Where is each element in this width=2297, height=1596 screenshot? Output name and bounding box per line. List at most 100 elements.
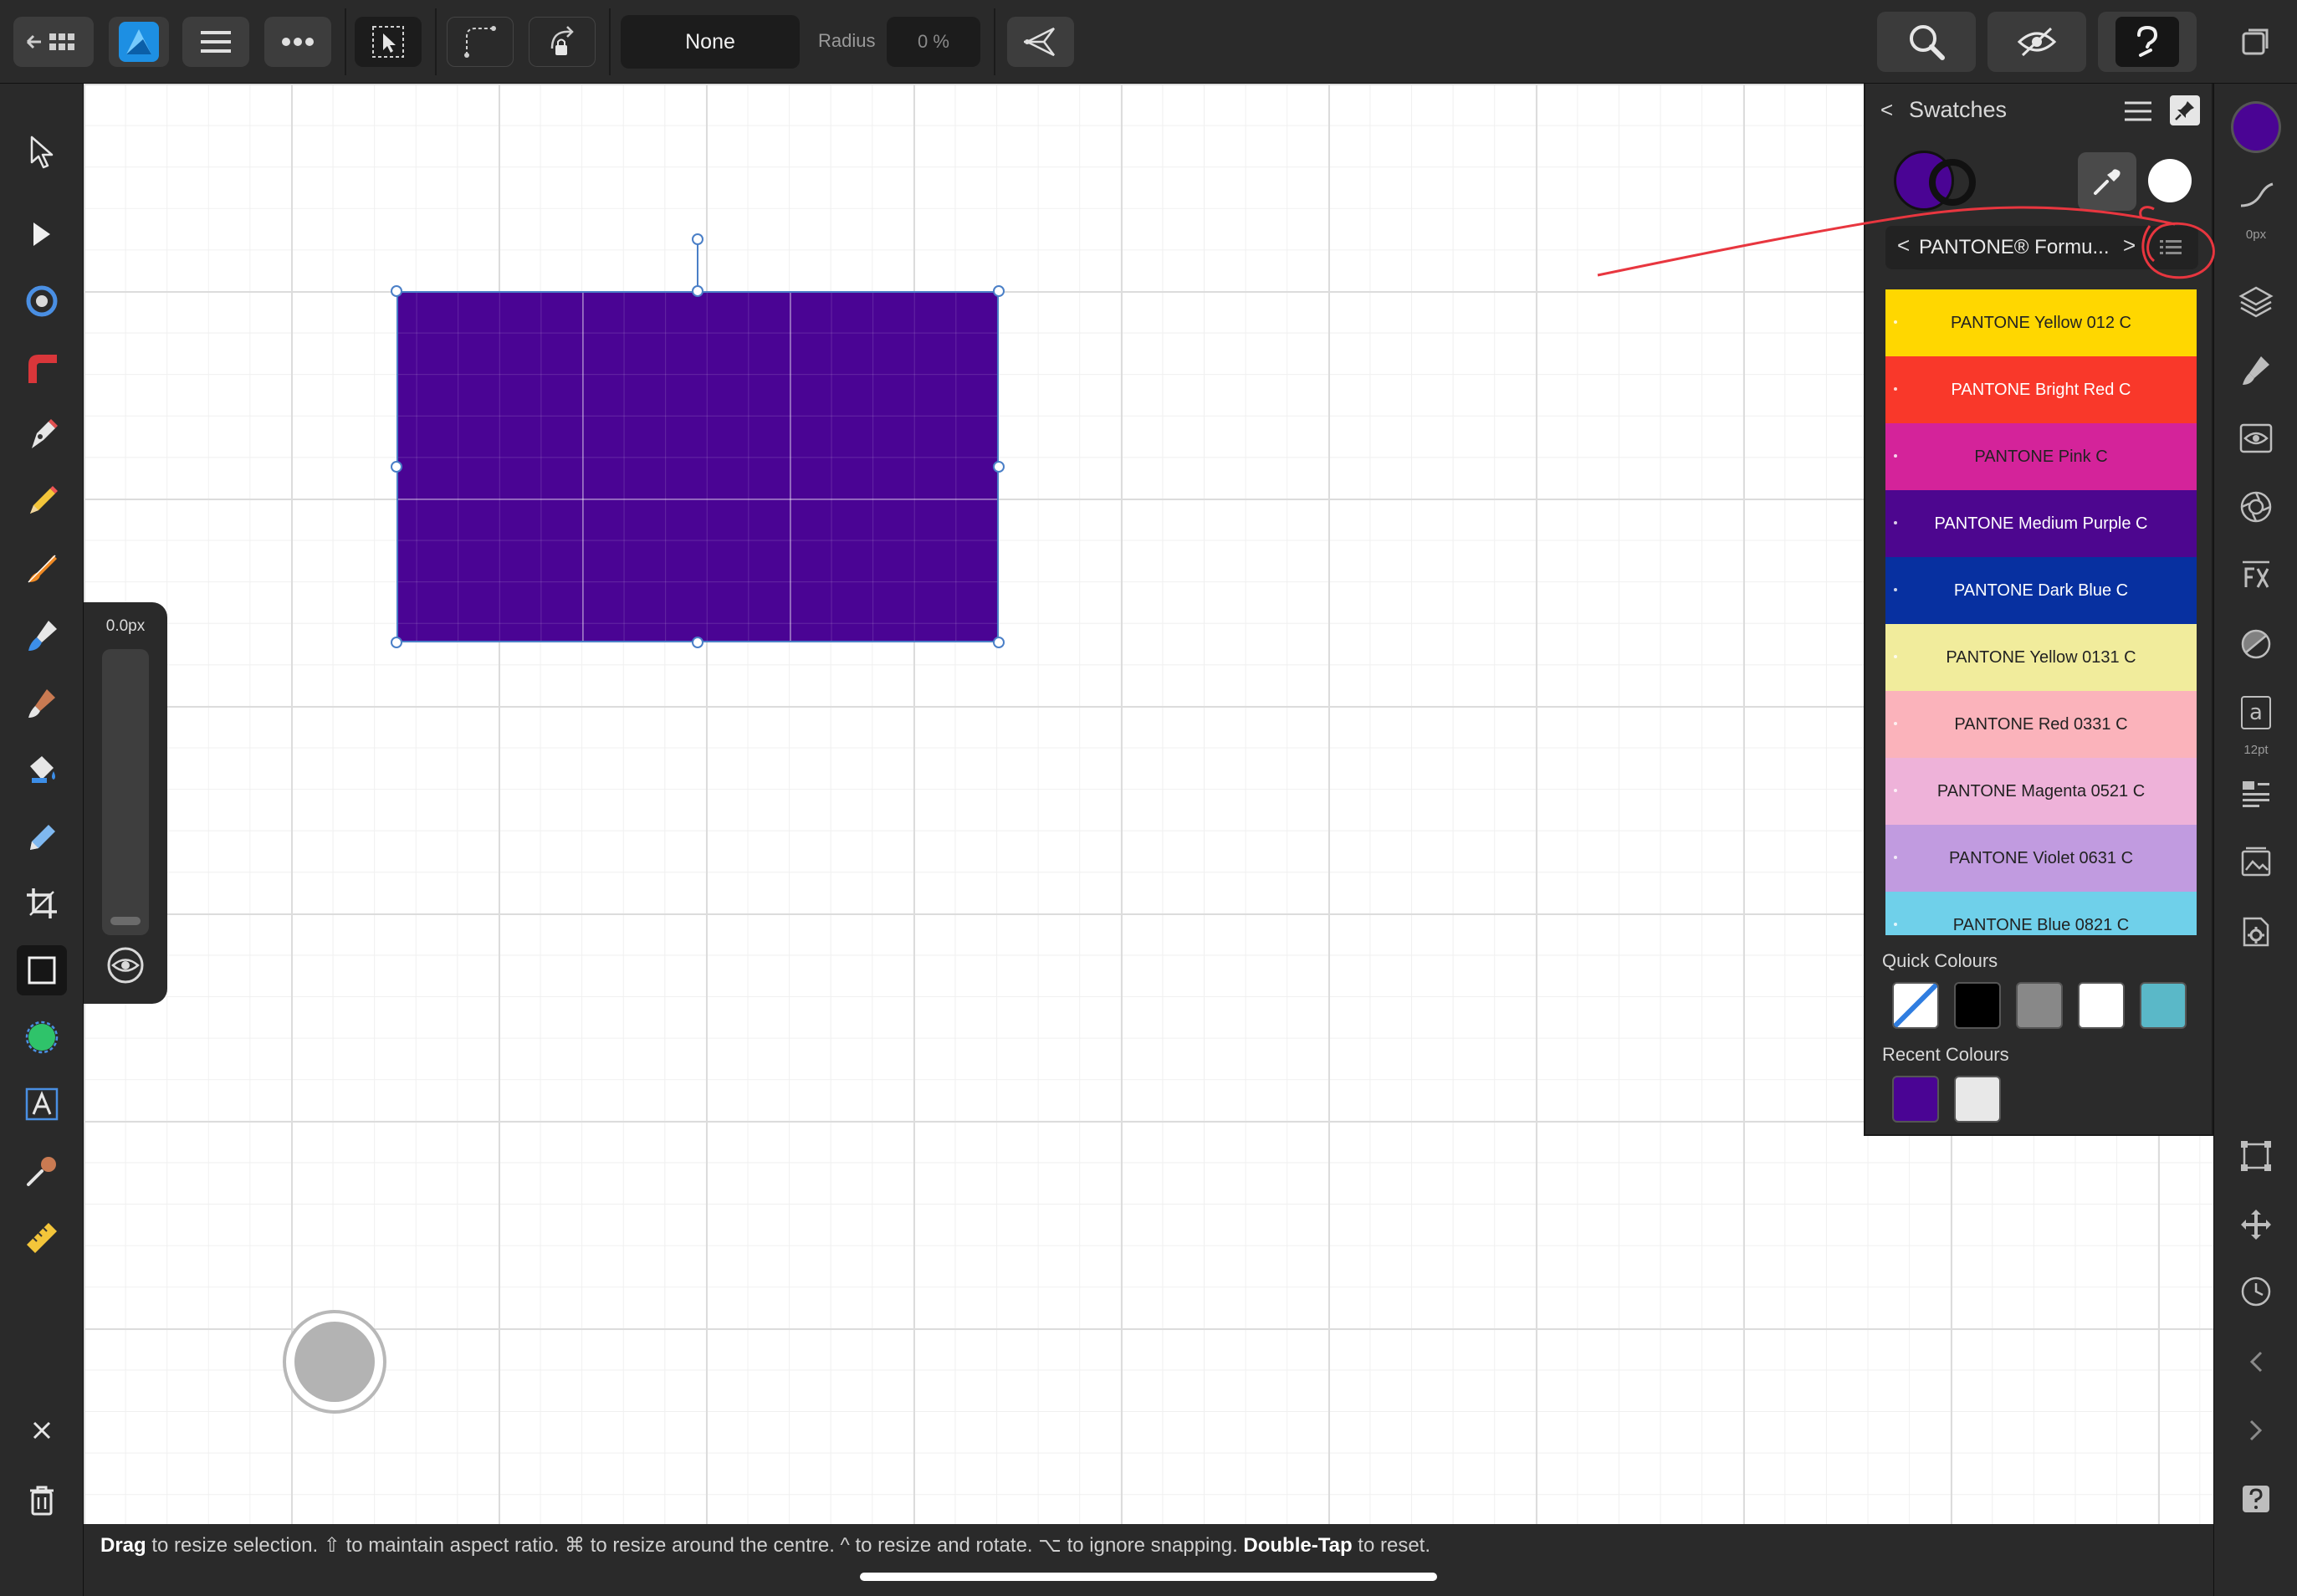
brushes-studio-button[interactable] <box>2231 345 2281 395</box>
point-transform-tool[interactable] <box>17 276 67 326</box>
palette-view-toggle[interactable] <box>2158 238 2183 262</box>
appearance-studio-button[interactable] <box>2231 413 2281 463</box>
rectangle-tool[interactable] <box>17 945 67 995</box>
persona-designer-button[interactable] <box>109 17 169 67</box>
move-studio-button[interactable] <box>2231 1200 2281 1250</box>
swatch-item[interactable]: PANTONE Bright Red C <box>1885 356 2197 423</box>
swatches-menu-button[interactable] <box>2123 99 2153 124</box>
layers-studio-button[interactable] <box>2231 276 2281 326</box>
radius-field[interactable]: 0 % <box>887 17 980 67</box>
colour-studio-button[interactable] <box>2231 101 2281 153</box>
palette-prev-button[interactable]: < <box>1897 233 1910 258</box>
more-button[interactable] <box>264 17 331 67</box>
swatch-item[interactable]: PANTONE Yellow 012 C <box>1885 289 2197 356</box>
command-controller-button[interactable] <box>283 1310 386 1414</box>
crop-tool[interactable] <box>17 878 67 928</box>
delete-button[interactable] <box>17 1476 67 1526</box>
transform-mode-button[interactable] <box>355 17 422 67</box>
resize-handle-top[interactable] <box>692 285 703 297</box>
pencil-tool[interactable] <box>17 477 67 527</box>
transparency-studio-button[interactable] <box>2231 619 2281 669</box>
resize-handle-bottom-right[interactable] <box>993 637 1005 648</box>
home-indicator[interactable] <box>860 1573 1437 1581</box>
undo-button[interactable] <box>2231 1337 2281 1387</box>
gallery-button[interactable] <box>13 17 94 67</box>
swatch-global-marker <box>1894 320 1897 324</box>
corner-tool-button[interactable] <box>447 17 514 67</box>
corner-type-selector[interactable]: None <box>621 15 800 69</box>
artistic-text-tool[interactable] <box>17 1079 67 1129</box>
measure-tool[interactable] <box>17 1213 67 1263</box>
stroke-width-slider-knob[interactable] <box>110 917 141 925</box>
move-tool[interactable] <box>17 127 67 177</box>
resize-handle-top-left[interactable] <box>391 285 402 297</box>
quick-colour-none[interactable] <box>1892 982 1939 1029</box>
trash-icon <box>30 1486 54 1516</box>
resize-handle-top-right[interactable] <box>993 285 1005 297</box>
text-icon: a <box>2241 696 2271 729</box>
transparency-tool[interactable] <box>17 811 67 862</box>
swatch-item[interactable]: PANTONE Violet 0631 C <box>1885 825 2197 892</box>
hide-ui-button[interactable] <box>1987 12 2086 72</box>
quick-colour-swatch[interactable] <box>2140 982 2187 1029</box>
effects-studio-button[interactable] <box>2231 550 2281 601</box>
corner-tool[interactable] <box>17 343 67 393</box>
resize-handle-right[interactable] <box>993 461 1005 473</box>
picked-colour-well[interactable] <box>2148 159 2192 202</box>
window-button[interactable] <box>2225 12 2285 72</box>
view-tool-button[interactable] <box>1877 12 1976 72</box>
rotation-handle[interactable] <box>692 233 703 245</box>
stock-studio-button[interactable] <box>2231 838 2281 888</box>
swatch-item[interactable]: PANTONE Pink C <box>1885 423 2197 490</box>
pressure-toggle[interactable] <box>105 945 146 985</box>
resize-handle-left[interactable] <box>391 461 402 473</box>
vector-brush-tool[interactable] <box>17 544 67 594</box>
swatch-item[interactable]: PANTONE Red 0331 C <box>1885 691 2197 758</box>
text-studio-button[interactable]: a <box>2231 688 2281 738</box>
swatch-item[interactable]: PANTONE Yellow 0131 C <box>1885 624 2197 691</box>
help-button[interactable] <box>2098 12 2197 72</box>
recent-colour-swatch[interactable] <box>1954 1076 2001 1123</box>
swatches-back-button[interactable]: < <box>1880 97 1893 123</box>
quick-colour-swatch[interactable] <box>1954 982 2001 1029</box>
ellipsis-icon <box>282 38 314 46</box>
palette-next-button[interactable]: > <box>2123 233 2136 258</box>
toolbar-separator <box>435 8 437 75</box>
transform-studio-button[interactable] <box>2231 1131 2281 1181</box>
swatch-item[interactable]: PANTONE Dark Blue C <box>1885 557 2197 624</box>
lock-corners-button[interactable] <box>529 17 596 67</box>
pen-tool[interactable] <box>17 410 67 460</box>
swatch-global-marker <box>1894 856 1897 859</box>
help-studio-button[interactable] <box>2231 1474 2281 1524</box>
vector-crop-tool[interactable] <box>17 1012 67 1062</box>
redo-button[interactable] <box>2231 1405 2281 1455</box>
swatch-item[interactable]: PANTONE Medium Purple C <box>1885 490 2197 557</box>
palette-name[interactable]: PANTONE® Formu... <box>1919 236 2111 259</box>
quick-colours-row <box>1892 982 2187 1029</box>
quick-colour-swatch[interactable] <box>2016 982 2063 1029</box>
node-tool[interactable] <box>17 209 67 259</box>
navigator-studio-button[interactable] <box>2231 482 2281 532</box>
fill-tool[interactable] <box>17 744 67 795</box>
quick-colour-swatch[interactable] <box>2078 982 2125 1029</box>
swatch-item[interactable]: PANTONE Magenta 0521 C <box>1885 758 2197 825</box>
document-menu-button[interactable] <box>182 17 249 67</box>
stroke-colour-well[interactable] <box>1929 159 1976 206</box>
eyedropper-button[interactable] <box>2078 152 2136 211</box>
colour-picker-tool[interactable] <box>17 1146 67 1196</box>
history-studio-button[interactable] <box>2231 1266 2281 1317</box>
recent-colour-swatch[interactable] <box>1892 1076 1939 1123</box>
deselect-button[interactable] <box>17 1405 67 1455</box>
stroke-studio-button[interactable] <box>2231 171 2281 221</box>
swatch-item[interactable]: PANTONE Blue 0821 C <box>1885 892 2197 935</box>
convert-to-curves-button[interactable] <box>1007 17 1074 67</box>
settings-studio-button[interactable] <box>2231 907 2281 957</box>
pin-panel-button[interactable] <box>2170 95 2200 125</box>
palette-selector[interactable]: < PANTONE® Formu... > <box>1885 226 2198 269</box>
stroke-width-slider[interactable] <box>102 649 149 935</box>
layout-studio-button[interactable] <box>2231 770 2281 820</box>
resize-handle-bottom-left[interactable] <box>391 637 402 648</box>
resize-handle-bottom[interactable] <box>692 637 703 648</box>
pixel-brush-tool[interactable] <box>17 678 67 728</box>
fill-brush-tool[interactable] <box>17 611 67 661</box>
